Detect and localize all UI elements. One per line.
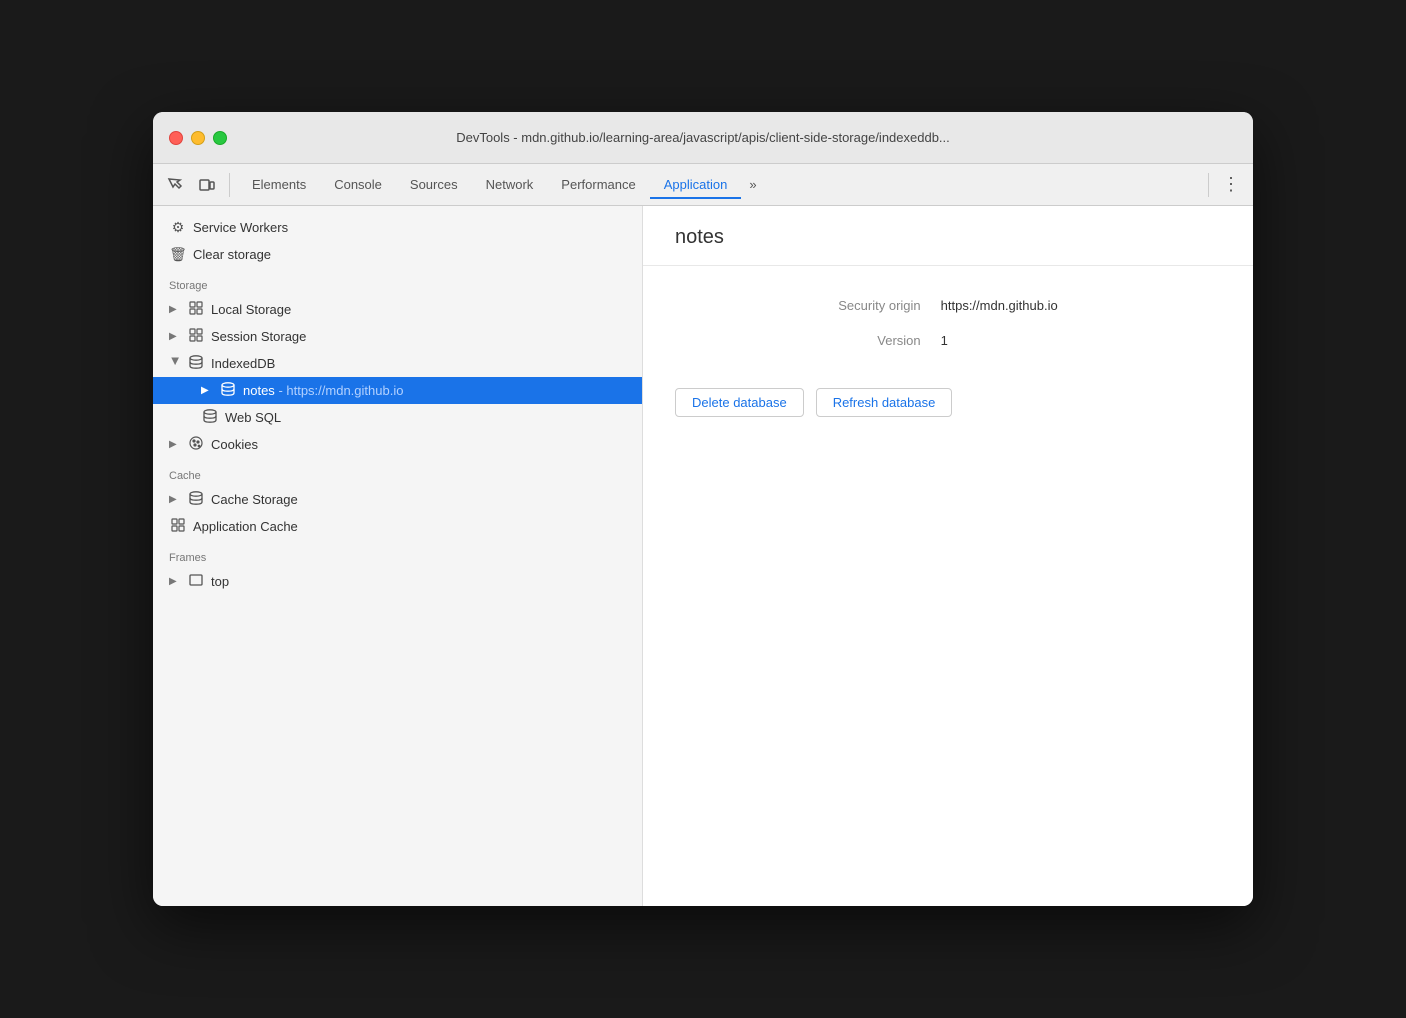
sidebar-label-session-storage: Session Storage	[211, 329, 630, 344]
more-tabs-button[interactable]: »	[741, 173, 764, 196]
tab-network[interactable]: Network	[472, 171, 548, 198]
sidebar-item-clear-storage[interactable]: 🗑 Clear storage	[153, 241, 642, 268]
devtools-toolbar: Elements Console Sources Network Perform…	[153, 164, 1253, 206]
content-panel: notes Security origin https://mdn.github…	[643, 206, 1253, 906]
toolbar-divider	[229, 173, 230, 197]
sidebar-label-cookies: Cookies	[211, 437, 630, 452]
sidebar-section-storage: Storage	[153, 268, 642, 296]
sidebar-label-notes: notes - https://mdn.github.io	[243, 383, 630, 398]
sidebar-label-web-sql: Web SQL	[225, 410, 630, 425]
action-buttons: Delete database Refresh database	[675, 388, 1221, 417]
gear-icon: ⚙	[169, 219, 187, 236]
security-origin-value: https://mdn.github.io	[941, 298, 1221, 313]
tab-console[interactable]: Console	[320, 171, 396, 198]
tab-application[interactable]: Application	[650, 171, 742, 198]
db-icon-indexeddb	[187, 355, 205, 372]
sidebar-label-indexeddb: IndexedDB	[211, 356, 630, 371]
tabs-container: Elements Console Sources Network Perform…	[238, 171, 1200, 198]
version-label: Version	[675, 333, 921, 348]
sidebar-item-cookies[interactable]: ▶ Cookies	[153, 431, 642, 458]
content-header: notes	[643, 206, 1253, 266]
sidebar-label-cache-storage: Cache Storage	[211, 492, 630, 507]
window-title: DevTools - mdn.github.io/learning-area/j…	[456, 130, 950, 145]
expand-arrow-local-storage: ▶	[169, 304, 181, 315]
db-icon-websql	[201, 409, 219, 426]
traffic-lights	[169, 131, 227, 145]
version-value: 1	[941, 333, 1221, 348]
sidebar-item-service-workers[interactable]: ⚙ Service Workers	[153, 214, 642, 241]
sidebar-label-top: top	[211, 574, 630, 589]
expand-arrow-session-storage: ▶	[169, 331, 181, 342]
expand-arrow-cache: ▶	[169, 494, 181, 505]
grid-icon-appcache	[169, 518, 187, 535]
inspect-element-button[interactable]	[161, 171, 189, 199]
sidebar-item-indexeddb[interactable]: ▶ IndexedDB	[153, 350, 642, 377]
device-toolbar-button[interactable]	[193, 171, 221, 199]
db-icon-notes	[219, 382, 237, 399]
maximize-button[interactable]	[213, 131, 227, 145]
tab-performance[interactable]: Performance	[547, 171, 649, 198]
sidebar-section-frames: Frames	[153, 540, 642, 568]
sidebar: ⚙ Service Workers 🗑 Clear storage Storag…	[153, 206, 643, 906]
sidebar-item-local-storage[interactable]: ▶ Local Storage	[153, 296, 642, 323]
sidebar-item-session-storage[interactable]: ▶ Session Storage	[153, 323, 642, 350]
minimize-button[interactable]	[191, 131, 205, 145]
devtools-menu-button[interactable]: ⋮	[1217, 171, 1245, 199]
db-icon-cache	[187, 491, 205, 508]
cookie-icon	[187, 436, 205, 453]
refresh-database-button[interactable]: Refresh database	[816, 388, 953, 417]
main-layout: ⚙ Service Workers 🗑 Clear storage Storag…	[153, 206, 1253, 906]
content-body: Security origin https://mdn.github.io Ve…	[643, 266, 1253, 906]
sidebar-item-top-frame[interactable]: ▶ top	[153, 568, 642, 594]
sidebar-label-local-storage: Local Storage	[211, 302, 630, 317]
devtools-window: DevTools - mdn.github.io/learning-area/j…	[153, 112, 1253, 906]
sidebar-item-app-cache[interactable]: Application Cache	[153, 513, 642, 540]
grid-icon-local	[187, 301, 205, 318]
sidebar-label-clear-storage: Clear storage	[193, 247, 630, 262]
sidebar-item-web-sql[interactable]: Web SQL	[153, 404, 642, 431]
close-button[interactable]	[169, 131, 183, 145]
grid-icon-session	[187, 328, 205, 345]
security-origin-label: Security origin	[675, 298, 921, 313]
frame-icon	[187, 573, 205, 589]
expand-arrow-top: ▶	[169, 576, 181, 587]
trash-icon: 🗑	[169, 246, 187, 263]
sidebar-section-cache: Cache	[153, 458, 642, 486]
sidebar-item-cache-storage[interactable]: ▶ Cache Storage	[153, 486, 642, 513]
sidebar-label-service-workers: Service Workers	[193, 220, 630, 235]
tab-elements[interactable]: Elements	[238, 171, 320, 198]
expand-arrow-indexeddb: ▶	[170, 358, 181, 370]
expand-arrow-cookies: ▶	[169, 439, 181, 450]
title-bar: DevTools - mdn.github.io/learning-area/j…	[153, 112, 1253, 164]
sidebar-label-app-cache: Application Cache	[193, 519, 630, 534]
toolbar-divider-2	[1208, 173, 1209, 197]
tab-sources[interactable]: Sources	[396, 171, 472, 198]
sidebar-item-notes-db[interactable]: ▶ notes - https://mdn.github.io	[153, 377, 642, 404]
content-title: notes	[675, 226, 1221, 249]
expand-arrow-notes: ▶	[201, 385, 213, 396]
info-table: Security origin https://mdn.github.io Ve…	[675, 298, 1221, 348]
delete-database-button[interactable]: Delete database	[675, 388, 804, 417]
